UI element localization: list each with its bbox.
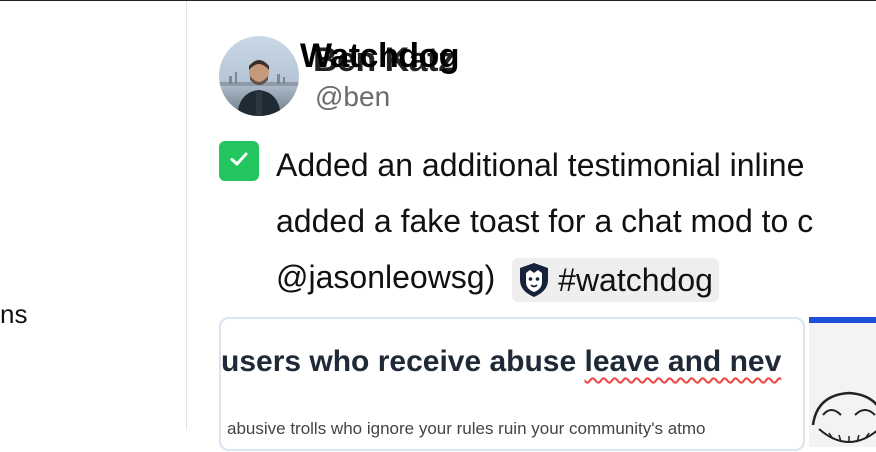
- troll-face-icon: [809, 385, 876, 452]
- headline-text: users who receive abuse: [221, 345, 585, 378]
- post-line: @jasonleowsg) #watchdog: [276, 249, 876, 305]
- tag-label: #watchdog: [558, 261, 713, 298]
- project-tag[interactable]: #watchdog: [512, 257, 719, 302]
- attachment-preview[interactable]: users who receive abuse leave and nev ab…: [219, 317, 805, 451]
- sidebar-item-label[interactable]: ns: [0, 299, 27, 330]
- headline-misspelled-text: leave and nev: [584, 345, 782, 378]
- watchdog-logo-icon: [514, 260, 554, 300]
- mention-link[interactable]: @jasonleowsg): [276, 259, 495, 295]
- post-card: Ben Katz Watchdog @ben Added an addition…: [187, 1, 876, 451]
- thumbnail-accent-bar: [809, 317, 876, 323]
- checkmark-icon: [228, 148, 250, 175]
- attachment-thumbnail[interactable]: [809, 317, 876, 447]
- author-handle[interactable]: @ben: [315, 81, 390, 113]
- project-name[interactable]: Watchdog: [300, 37, 460, 76]
- post-line: Added an additional testimonial inline: [276, 147, 805, 183]
- avatar[interactable]: [219, 36, 299, 116]
- post-line: added a fake toast for a chat mod to c: [276, 203, 814, 239]
- attachment-body: abusive trolls who ignore your rules rui…: [227, 419, 706, 438]
- left-sidebar: ns: [0, 1, 187, 430]
- post-body: Added an additional testimonial inline a…: [276, 137, 876, 305]
- attachment-headline: users who receive abuse leave and nev: [221, 345, 781, 379]
- completed-checkbox[interactable]: [219, 141, 259, 181]
